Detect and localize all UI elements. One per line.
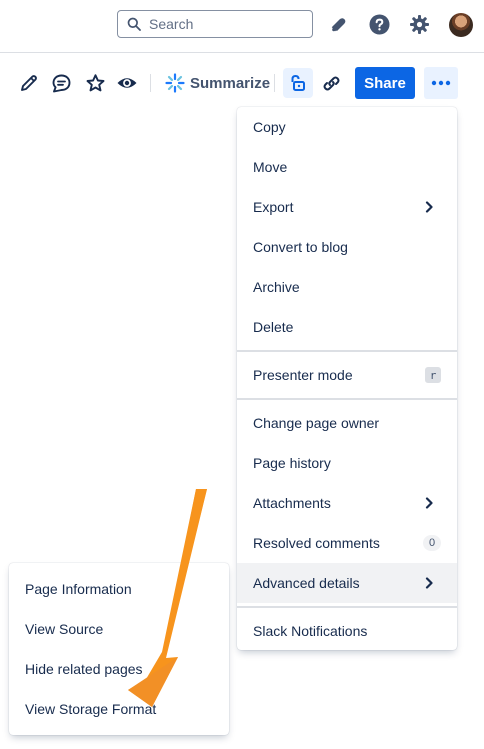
star-icon[interactable] [84, 72, 106, 94]
chevron-right-icon [421, 575, 437, 591]
confluence-page: Summarize Share Copy Move Export [0, 0, 484, 749]
submenu-item-view-storage-format[interactable]: View Storage Format [9, 689, 229, 729]
chevron-right-icon [421, 495, 437, 511]
menu-item-label: Move [253, 159, 288, 175]
menu-item-label: Change page owner [253, 415, 380, 431]
menu-item-export[interactable]: Export [237, 187, 457, 227]
menu-item-move[interactable]: Move [237, 147, 457, 187]
summarize-label: Summarize [190, 74, 271, 92]
menu-item-change-page-owner[interactable]: Change page owner [237, 403, 457, 443]
submenu-item-view-source[interactable]: View Source [9, 609, 229, 649]
menu-item-label: Archive [253, 279, 300, 295]
menu-item-copy[interactable]: Copy [237, 107, 457, 147]
menu-item-label: Page Information [25, 581, 132, 597]
more-actions-button[interactable] [424, 67, 458, 99]
search-input[interactable] [149, 16, 299, 32]
menu-item-label: Presenter mode [253, 367, 353, 383]
menu-item-page-history[interactable]: Page history [237, 443, 457, 483]
share-button[interactable]: Share [355, 67, 415, 99]
menu-divider [237, 606, 457, 608]
menu-item-presenter-mode[interactable]: Presenter mode r [237, 355, 457, 395]
menu-item-label: Delete [253, 319, 294, 335]
menu-item-archive[interactable]: Archive [237, 267, 457, 307]
toolbar-divider [274, 74, 275, 92]
menu-item-label: Slack Notifications [253, 623, 368, 639]
toolbar-divider [150, 74, 151, 92]
summarize-button[interactable]: Summarize [165, 70, 270, 96]
keyboard-shortcut-badge: r [425, 367, 441, 383]
menu-item-resolved-comments[interactable]: Resolved comments 0 [237, 523, 457, 563]
more-actions-menu: Copy Move Export Convert to blog Archive… [237, 107, 457, 650]
restrictions-button[interactable] [283, 68, 313, 98]
menu-item-label: Advanced details [253, 575, 360, 591]
menu-item-label: Attachments [253, 495, 331, 511]
ai-sparkle-icon [165, 73, 185, 93]
menu-item-label: Resolved comments [253, 535, 380, 551]
unlocked-icon [289, 74, 307, 92]
menu-item-convert-to-blog[interactable]: Convert to blog [237, 227, 457, 267]
edit-icon[interactable] [18, 72, 40, 94]
comment-icon[interactable] [50, 72, 72, 94]
profile-avatar[interactable] [449, 13, 473, 37]
menu-item-label: Export [253, 199, 294, 215]
menu-item-advanced-details[interactable]: Advanced details [237, 563, 457, 603]
watch-icon[interactable] [116, 72, 138, 94]
menu-item-label: Page history [253, 455, 331, 471]
notifications-icon[interactable] [328, 13, 350, 35]
menu-divider [237, 398, 457, 400]
advanced-details-submenu: Page Information View Source Hide relate… [9, 563, 229, 735]
help-icon[interactable] [368, 13, 390, 35]
menu-item-label: Hide related pages [25, 661, 143, 677]
menu-divider [237, 350, 457, 352]
link-icon[interactable] [320, 72, 342, 94]
submenu-item-page-information[interactable]: Page Information [9, 569, 229, 609]
count-badge: 0 [423, 535, 441, 551]
search-icon [127, 17, 141, 31]
menu-item-label: Copy [253, 119, 286, 135]
submenu-item-hide-related-pages[interactable]: Hide related pages [9, 649, 229, 689]
settings-icon[interactable] [408, 13, 430, 35]
chevron-right-icon [421, 199, 437, 215]
page-toolbar: Summarize Share [0, 64, 484, 102]
menu-item-label: View Storage Format [25, 701, 157, 717]
menu-item-attachments[interactable]: Attachments [237, 483, 457, 523]
top-navigation [0, 0, 484, 53]
share-label: Share [364, 74, 406, 92]
menu-item-label: View Source [25, 621, 104, 637]
menu-item-delete[interactable]: Delete [237, 307, 457, 347]
menu-item-slack-notifications[interactable]: Slack Notifications [237, 611, 457, 651]
more-icon [431, 80, 451, 86]
search-box[interactable] [117, 10, 313, 38]
menu-item-label: Convert to blog [253, 239, 348, 255]
